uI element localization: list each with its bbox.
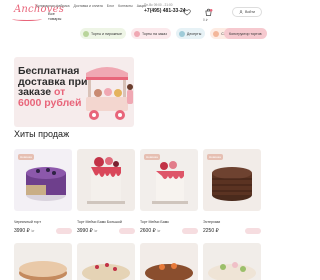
price-value: 3990 ₽ bbox=[77, 228, 93, 234]
nav-item-blog[interactable]: Блог bbox=[107, 4, 114, 8]
nav-item-contacts[interactable]: Контакты bbox=[118, 4, 133, 8]
dessert-cart-illustration bbox=[86, 67, 133, 120]
add-to-cart-button[interactable] bbox=[56, 228, 72, 234]
product-name[interactable]: Торт Мейчи Бамк Большой bbox=[77, 220, 135, 228]
cake-image bbox=[82, 263, 130, 280]
cake-image bbox=[145, 263, 193, 280]
category-cakes[interactable]: Торты и пирожные bbox=[80, 28, 126, 39]
add-to-cart-button[interactable] bbox=[245, 228, 261, 234]
cake-constructor-button[interactable]: Конструктор тортов bbox=[224, 28, 267, 39]
drip-cake-image bbox=[87, 157, 125, 204]
cart-total: 0 ₽ bbox=[203, 18, 208, 22]
add-to-cart-button[interactable] bbox=[182, 228, 198, 234]
product-name[interactable]: Торт Мейчи Бамк bbox=[140, 220, 198, 228]
cake-icon bbox=[83, 30, 89, 37]
header: Anchoves Кулинарная фабрика Доставка и о… bbox=[0, 0, 280, 30]
product-card[interactable]: Новинка Черничный торт 3990 ₽ /кг bbox=[14, 149, 72, 234]
new-badge: Новинка bbox=[207, 154, 223, 160]
tiered-cake-icon bbox=[133, 30, 140, 37]
price-unit: /кг bbox=[31, 229, 35, 233]
product-image[interactable]: Новинка bbox=[14, 149, 72, 211]
price-value: 2600 ₽ bbox=[140, 228, 156, 234]
product-image[interactable] bbox=[77, 243, 135, 280]
price-value: 3990 ₽ bbox=[14, 228, 30, 234]
product-card[interactable]: Торт Мейчи Бамк Большой 3990 ₽ /кг bbox=[77, 149, 135, 234]
dessert-icon bbox=[178, 30, 185, 37]
croissant-icon bbox=[213, 30, 220, 37]
banner-accent: 6000 рублей bbox=[18, 96, 82, 109]
top-nav: Кулинарная фабрика Доставка и оплата Бло… bbox=[36, 4, 146, 8]
new-badge: Новинка bbox=[18, 154, 34, 160]
user-icon bbox=[239, 10, 243, 14]
login-label: Войти bbox=[244, 10, 256, 14]
product-name[interactable]: Эстерхази bbox=[203, 220, 261, 228]
category-label: Торты и пирожные bbox=[91, 31, 122, 36]
new-badge: Новинка bbox=[144, 154, 160, 160]
promo-banner[interactable]: Бесплатная доставка при заказе от 6000 р… bbox=[14, 57, 134, 127]
add-to-cart-button[interactable] bbox=[119, 228, 135, 234]
login-button[interactable]: Войти bbox=[232, 7, 262, 17]
category-custom-cakes[interactable]: Торты на заказ bbox=[130, 28, 171, 39]
product-image[interactable] bbox=[77, 149, 135, 211]
category-desserts[interactable]: Десерты bbox=[175, 28, 206, 39]
price-unit: /кг bbox=[157, 229, 161, 233]
product-name[interactable]: Черничный торт bbox=[14, 220, 72, 228]
product-price: 2250 ₽ bbox=[203, 228, 219, 234]
product-card[interactable]: Новинка Эстерхази 2250 ₽ bbox=[203, 149, 261, 234]
phone-number[interactable]: +7(495) 481-33-24 bbox=[144, 8, 186, 14]
cake-image bbox=[19, 261, 67, 280]
product-image[interactable]: Новинка bbox=[203, 149, 261, 211]
category-label: Десерты bbox=[186, 31, 202, 36]
product-price: 3990 ₽ /кг bbox=[14, 228, 35, 234]
cake-image bbox=[208, 262, 256, 280]
price-value: 2250 ₽ bbox=[203, 228, 219, 234]
section-title-bestsellers: Хиты продаж bbox=[14, 129, 70, 139]
category-label: Торты на заказ bbox=[141, 31, 167, 36]
product-card[interactable]: Новинка Торт Мейчи Бамк 2600 ₽ /кг bbox=[140, 149, 198, 234]
contacts-block: Пн-Вс 09:00 - 21:00 +7(495) 481-33-24 bbox=[144, 3, 186, 14]
product-image[interactable]: Новинка bbox=[140, 149, 198, 211]
working-hours: Пн-Вс 09:00 - 21:00 bbox=[144, 3, 173, 7]
logo-swash bbox=[12, 17, 42, 21]
product-image[interactable] bbox=[203, 243, 261, 280]
price-unit: /кг bbox=[94, 229, 98, 233]
product-image[interactable] bbox=[140, 243, 198, 280]
product-price: 2600 ₽ /кг bbox=[140, 228, 161, 234]
nav-item-delivery[interactable]: Доставка и оплата bbox=[74, 4, 103, 8]
product-image[interactable] bbox=[14, 243, 72, 280]
all-products-link[interactable]: Все товары bbox=[48, 11, 64, 21]
nav-item-factory[interactable]: Кулинарная фабрика bbox=[36, 4, 70, 8]
cart-icon[interactable] bbox=[204, 8, 213, 17]
heart-icon[interactable] bbox=[183, 8, 191, 16]
product-price: 3990 ₽ /кг bbox=[77, 228, 98, 234]
